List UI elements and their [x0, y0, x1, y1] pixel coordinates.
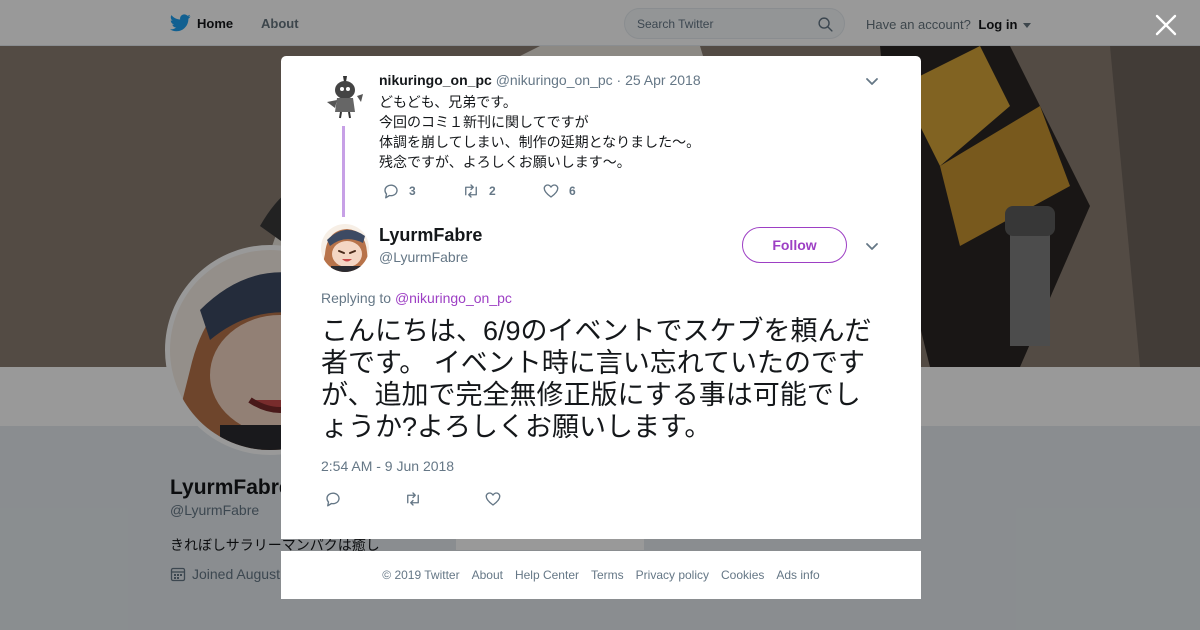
replying-to-link[interactable]: @nikuringo_on_pc — [395, 290, 512, 306]
parent-tweet-actions: 3 2 6 — [382, 182, 622, 200]
footer-link-cookies[interactable]: Cookies — [721, 568, 764, 582]
avatar-illustration — [321, 224, 369, 272]
retweet-button[interactable] — [404, 490, 484, 508]
reply-icon — [384, 184, 398, 199]
replying-prefix: Replying to — [321, 290, 392, 306]
footer-link-help-center[interactable]: Help Center — [515, 568, 579, 582]
parent-text-line: 残念ですが、よろしくお願いします～。 — [379, 154, 631, 170]
parent-tweet-date[interactable]: 25 Apr 2018 — [625, 72, 701, 88]
footer-link-terms[interactable]: Terms — [591, 568, 624, 582]
parent-tweet-text: どもども、兄弟です。 今回のコミ１新刊に関してですが 体調を崩してしまい、制作の… — [379, 92, 700, 172]
reply-icon — [326, 492, 340, 507]
main-author-name[interactable]: LyurmFabre — [379, 225, 482, 246]
heart-icon — [485, 492, 501, 506]
parent-text-line: 今回のコミ１新刊に関してですが — [379, 114, 589, 130]
copyright: © 2019 Twitter — [382, 568, 460, 582]
header-separator: · — [616, 72, 622, 88]
follow-button[interactable]: Follow — [742, 227, 847, 263]
main-tweet-text: こんにちは、6/9のイベントでスケブを頼んだ者です。 イベント時に言い忘れていた… — [321, 316, 872, 442]
tweet-timestamp[interactable]: 2:54 AM - 9 Jun 2018 — [321, 458, 454, 474]
retweet-icon — [407, 492, 419, 506]
replying-to: Replying to @nikuringo_on_pc — [321, 290, 512, 306]
like-button[interactable]: 6 — [542, 182, 622, 200]
modal-footer: © 2019 Twitter About Help Center Terms P… — [281, 551, 921, 599]
retweet-count: 2 — [489, 184, 496, 198]
parent-author-name[interactable]: nikuringo_on_pc — [379, 72, 492, 88]
parent-author-handle[interactable]: @nikuringo_on_pc — [496, 72, 613, 88]
main-author-avatar[interactable] — [321, 224, 369, 272]
footer-link-privacy-policy[interactable]: Privacy policy — [636, 568, 709, 582]
main-tweet-actions — [324, 490, 564, 508]
chevron-down-icon[interactable] — [864, 238, 880, 254]
footer-link-about[interactable]: About — [472, 568, 503, 582]
parent-text-line: どもども、兄弟です。 — [379, 94, 517, 110]
footer-link-ads-info[interactable]: Ads info — [776, 568, 819, 582]
main-author-handle[interactable]: @LyurmFabre — [379, 249, 468, 265]
like-count: 6 — [569, 184, 576, 198]
close-icon[interactable] — [1155, 14, 1177, 36]
reply-button[interactable] — [324, 490, 404, 508]
reply-count: 3 — [409, 184, 416, 198]
reply-button[interactable]: 3 — [382, 182, 462, 200]
tweet-modal: nikuringo_on_pc @nikuringo_on_pc · 25 Ap… — [281, 56, 921, 539]
retweet-button[interactable]: 2 — [462, 182, 542, 200]
heart-icon — [543, 184, 559, 198]
parent-avatar[interactable] — [321, 72, 369, 120]
parent-tweet-header: nikuringo_on_pc @nikuringo_on_pc · 25 Ap… — [379, 72, 701, 88]
parent-text-line: 体調を崩してしまい、制作の延期となりました～。 — [379, 134, 701, 150]
retweet-icon — [465, 184, 477, 198]
like-button[interactable] — [484, 490, 564, 508]
thread-connector — [342, 126, 345, 217]
chevron-down-icon[interactable] — [864, 73, 880, 89]
